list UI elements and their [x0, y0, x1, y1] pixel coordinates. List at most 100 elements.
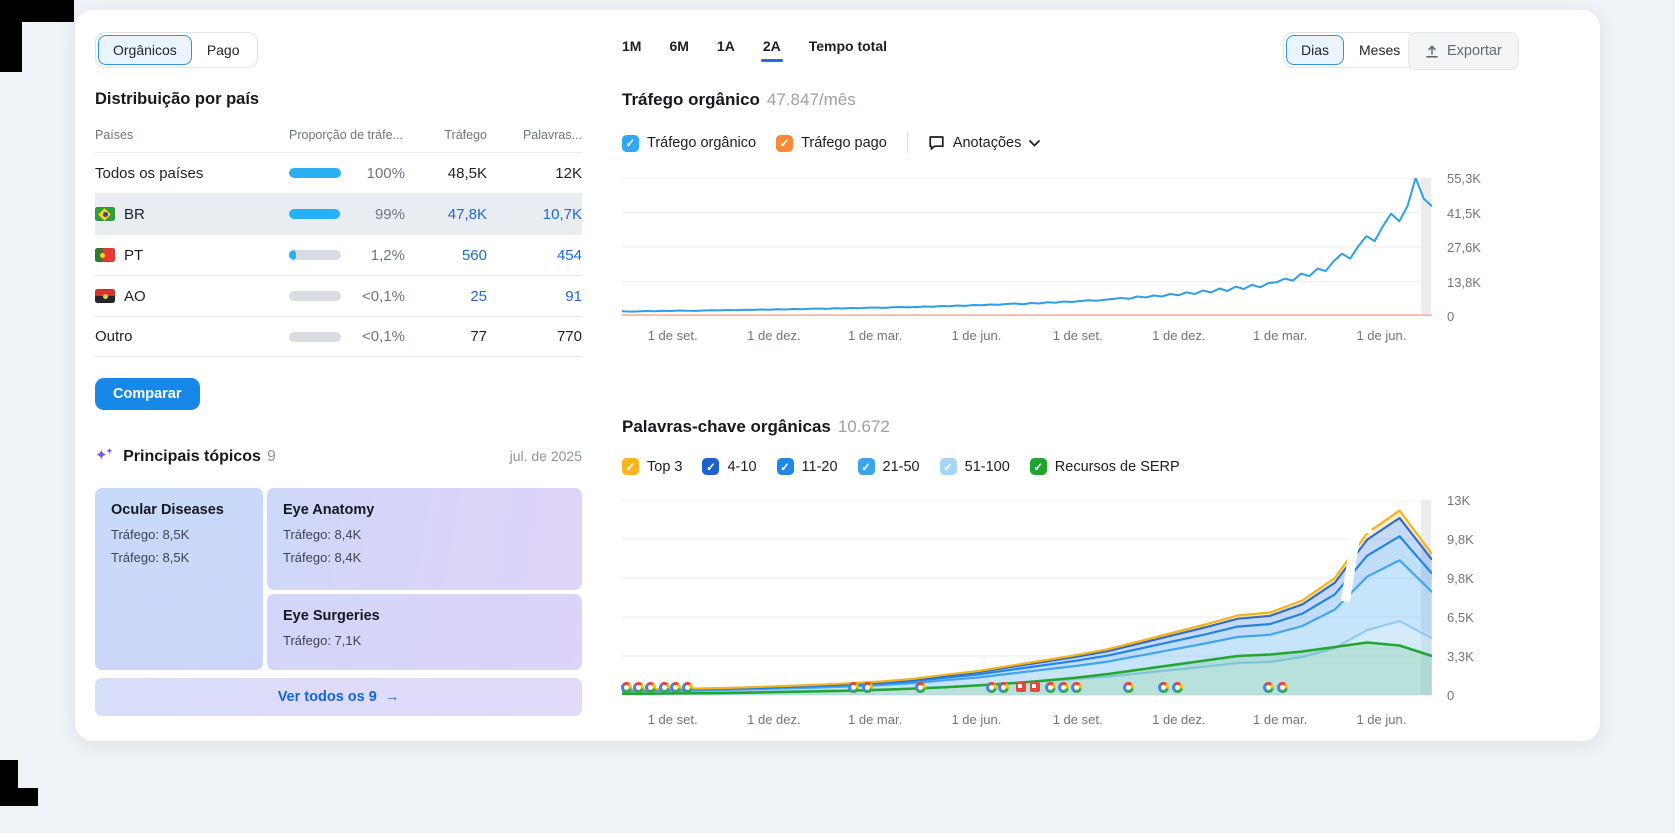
checkbox-checked-icon[interactable]: ✓: [776, 134, 794, 152]
google-update-marker[interactable]: [847, 682, 859, 693]
google-update-marker[interactable]: [621, 682, 633, 693]
tab-organicos[interactable]: Orgânicos: [98, 35, 192, 65]
keywords-value: 770: [556, 328, 582, 345]
table-row-ao[interactable]: AO <0,1% 25 91: [95, 275, 582, 316]
legend-trafego-pago[interactable]: ✓ Tráfego pago: [776, 134, 887, 152]
col-header-paises[interactable]: Países: [95, 128, 289, 142]
organic-traffic-chart[interactable]: [621, 177, 1433, 317]
export-icon: [1426, 45, 1438, 58]
traffic-link[interactable]: 25: [405, 288, 487, 305]
legend-label: 11-20: [801, 458, 838, 475]
legend-label: 21-50: [882, 458, 920, 475]
traffic-value: 48,5K: [447, 164, 487, 182]
domain-overview-card: Orgânicos Pago Distribuição por país Paí…: [75, 10, 1600, 741]
toggle-dias[interactable]: Dias: [1286, 35, 1345, 65]
annotations-dropdown[interactable]: Anotações: [928, 135, 1041, 151]
legend-51-100[interactable]: ✓ 51-100: [939, 458, 1010, 475]
google-update-marker[interactable]: [1044, 682, 1056, 693]
organic-chart-x-axis: 1 de set. 1 de dez. 1 de mar. 1 de jun. 1 de…: [647, 328, 1407, 343]
col-header-proporcao[interactable]: Proporção de tráfe...: [289, 128, 405, 142]
google-update-marker[interactable]: [1171, 682, 1183, 693]
tab-2a[interactable]: 2A: [760, 38, 783, 62]
legend-21-50[interactable]: ✓ 21-50: [857, 458, 920, 475]
toggle-meses[interactable]: Meses: [1344, 35, 1415, 65]
legend-trafego-organico[interactable]: ✓ Tráfego orgânico: [622, 134, 757, 152]
traffic-type-toggle: Orgânicos Pago: [95, 32, 258, 68]
topic-card-ocular-diseases[interactable]: Ocular Diseases Tráfego: 8,5K Tráfego: 8…: [95, 488, 263, 670]
topics-count: 9: [266, 448, 276, 465]
export-button[interactable]: Exportar: [1408, 32, 1519, 70]
legend-label: Top 3: [647, 458, 683, 475]
legend-label: Recursos de SERP: [1054, 458, 1180, 475]
traffic-value: 77: [470, 328, 487, 345]
table-row-br[interactable]: BR 99% 47,8K 10,7K: [95, 193, 582, 234]
tab-1a[interactable]: 1A: [717, 38, 735, 62]
annotations-label: Anotações: [952, 135, 1022, 151]
country-label: Outro: [95, 328, 133, 345]
col-header-palavras[interactable]: Palavras...: [487, 128, 582, 142]
table-row-all-countries[interactable]: Todos os países 100% 48,5K 12K: [95, 152, 582, 193]
algorithm-flag-marker[interactable]: [1030, 682, 1041, 692]
google-update-marker[interactable]: [1058, 682, 1070, 693]
topic-traffic: Tráfego: 8,5K: [111, 550, 190, 565]
keywords-chart[interactable]: [621, 499, 1433, 700]
view-all-topics-link[interactable]: Ver todos os 9 →: [95, 678, 582, 716]
tab-1m[interactable]: 1M: [622, 38, 641, 62]
col-header-trafego[interactable]: Tráfego: [405, 128, 487, 142]
checkbox-checked-icon[interactable]: ✓: [622, 134, 639, 152]
topic-name: Eye Anatomy: [283, 502, 375, 518]
topic-traffic: Tráfego: 8,4K: [283, 550, 362, 565]
checkbox-checked-icon[interactable]: ✓: [857, 458, 875, 475]
legend-top-3[interactable]: ✓ Top 3: [622, 458, 682, 475]
checkbox-checked-icon[interactable]: ✓: [776, 458, 794, 475]
compare-button[interactable]: Comparar: [95, 378, 200, 410]
keywords-link[interactable]: 454: [487, 247, 582, 264]
share-bar: [289, 331, 341, 342]
keywords-link[interactable]: 91: [487, 288, 582, 305]
chevron-down-icon: [1029, 139, 1041, 146]
google-update-marker[interactable]: [1123, 682, 1135, 693]
google-update-marker[interactable]: [670, 682, 682, 693]
google-update-marker[interactable]: [1158, 682, 1170, 693]
sparkles-icon: ✦✦: [95, 446, 114, 464]
legend-label: 4-10: [727, 458, 757, 475]
legend-label: Tráfego orgânico: [647, 135, 757, 151]
table-row-other[interactable]: Outro <0,1% 77 770: [95, 316, 582, 357]
google-update-marker[interactable]: [633, 682, 645, 693]
country-distribution-title: Distribuição por país: [95, 90, 260, 108]
google-update-marker[interactable]: [1277, 682, 1289, 693]
topic-card-eye-anatomy[interactable]: Eye Anatomy Tráfego: 8,4K Tráfego: 8,4K: [267, 488, 582, 590]
tab-tempo-total[interactable]: Tempo total: [809, 38, 887, 62]
keywords-legend: ✓ Top 3 ✓ 4-10 ✓ 11-20 ✓ 21-50 ✓ 51-100 ✓ Recursos …: [622, 458, 1180, 475]
checkbox-checked-icon[interactable]: ✓: [939, 458, 957, 475]
checkbox-checked-icon[interactable]: ✓: [702, 458, 720, 475]
topic-card-eye-surgeries[interactable]: Eye Surgeries Tráfego: 7,1K: [267, 594, 582, 670]
keywords-link[interactable]: 10,7K: [487, 206, 582, 223]
share-bar: [289, 209, 341, 219]
google-update-marker[interactable]: [862, 682, 874, 693]
google-update-marker[interactable]: [1263, 682, 1275, 693]
crop-mark-top-left-v: [0, 0, 22, 72]
legend-4-10[interactable]: ✓ 4-10: [702, 458, 757, 475]
google-update-marker[interactable]: [645, 682, 657, 693]
google-update-marker[interactable]: [681, 682, 693, 693]
table-row-pt[interactable]: PT 1,2% 560 454: [95, 234, 582, 275]
tab-pago[interactable]: Pago: [192, 35, 255, 65]
algorithm-flag-marker[interactable]: [1015, 682, 1026, 692]
legend-recursos-de-serp[interactable]: ✓ Recursos de SERP: [1029, 458, 1180, 475]
legend-11-20[interactable]: ✓ 11-20: [776, 458, 838, 475]
view-all-label: Ver todos os 9: [277, 689, 377, 705]
traffic-link[interactable]: 560: [405, 247, 487, 264]
google-update-marker[interactable]: [985, 682, 997, 693]
google-update-marker[interactable]: [1070, 682, 1082, 693]
checkbox-checked-icon[interactable]: ✓: [1029, 458, 1047, 475]
google-update-marker[interactable]: [659, 682, 671, 693]
checkbox-checked-icon[interactable]: ✓: [622, 458, 639, 475]
tab-6m[interactable]: 6M: [669, 38, 688, 62]
traffic-link[interactable]: 47,8K: [405, 206, 487, 223]
country-label: PT: [124, 246, 144, 264]
angola-flag-icon: [95, 289, 115, 303]
google-update-marker[interactable]: [915, 682, 927, 693]
topics-title: Principais tópicos: [123, 448, 261, 465]
google-update-marker[interactable]: [997, 682, 1009, 693]
